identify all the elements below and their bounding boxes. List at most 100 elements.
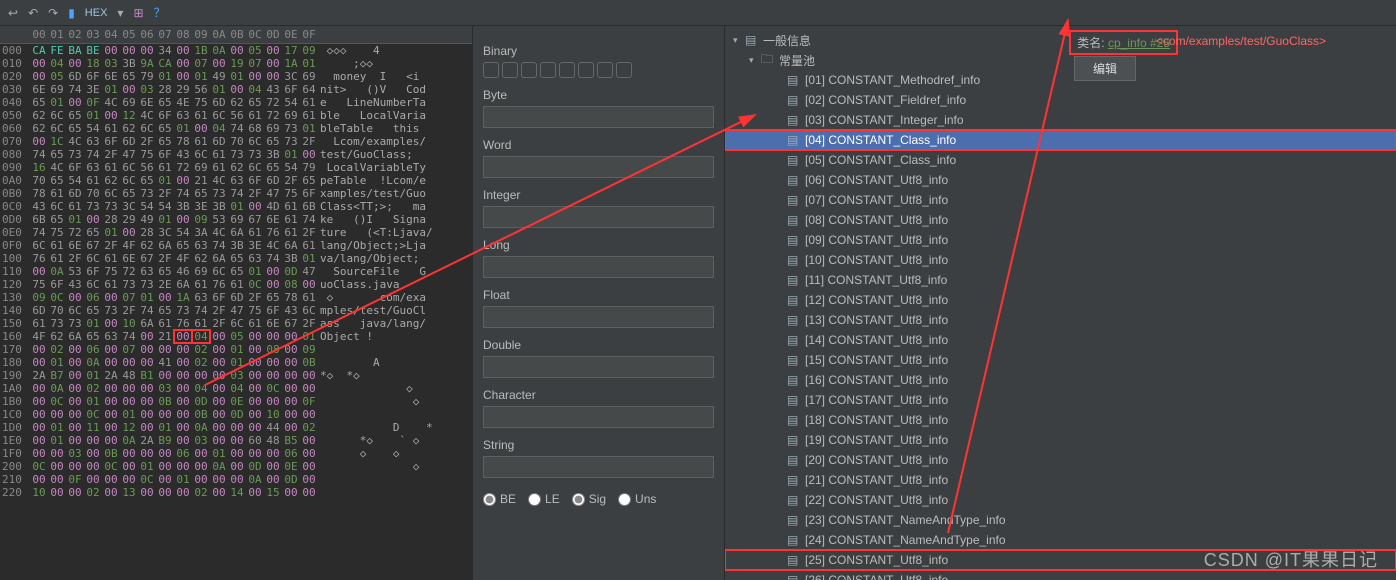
hex-row[interactable]: 1604F626A65637400210004000500000001Objec… xyxy=(0,330,472,343)
hex-row[interactable]: 130090C0006000701001A636F6D2F657861 ◇ co… xyxy=(0,291,472,304)
file-icon: ▤ xyxy=(787,313,801,327)
hex-row[interactable]: 2000C0000000C00010000000A000D000E00 ◇ xyxy=(0,460,472,473)
hex-row[interactable]: 10076612F6C616E672F4F626A6563743B01va/la… xyxy=(0,252,472,265)
hex-row[interactable]: 0306E69743E010003282956010004436F64nit> … xyxy=(0,83,472,96)
hex-row[interactable]: 060626C655461626C650100047468697301bleTa… xyxy=(0,122,472,135)
structure-icon[interactable]: ⊞ xyxy=(133,6,143,20)
tree-item-label: [07] CONSTANT_Utf8_info xyxy=(805,193,948,207)
hex-row[interactable]: 02000056D6F6E6579010001490100003C69 mone… xyxy=(0,70,472,83)
file-icon: ▤ xyxy=(787,393,801,407)
hex-mode-label: HEX xyxy=(85,7,108,19)
tree-item-label: [22] CONSTANT_Utf8_info xyxy=(805,493,948,507)
tree-cp-item-11[interactable]: ▤[11] CONSTANT_Utf8_info xyxy=(725,270,1396,290)
tree-cp-item-5[interactable]: ▤[05] CONSTANT_Class_info xyxy=(725,150,1396,170)
hex-row[interactable]: 1E000010000000A2AB9000300006048B500 *◇ `… xyxy=(0,434,472,447)
tree-cp-item-15[interactable]: ▤[15] CONSTANT_Utf8_info xyxy=(725,350,1396,370)
edit-button[interactable]: 编辑 xyxy=(1074,56,1136,81)
help-icon[interactable]: ？ xyxy=(154,4,166,21)
float-label: Float xyxy=(483,288,714,302)
tree-cp-item-13[interactable]: ▤[13] CONSTANT_Utf8_info xyxy=(725,310,1396,330)
hex-row[interactable]: 000CAFEBABE00000034001B0A0005001709 ◇◇◇ … xyxy=(0,44,472,57)
back-icon[interactable]: ↩ xyxy=(8,6,18,20)
double-field[interactable] xyxy=(483,356,714,378)
hex-row[interactable]: 1C00000000C00010000000B000D00100000 xyxy=(0,408,472,421)
file-icon: ▤ xyxy=(787,353,801,367)
tree-cp-item-14[interactable]: ▤[14] CONSTANT_Utf8_info xyxy=(725,330,1396,350)
hex-row[interactable]: 1800001000A00000041000200010000000B A xyxy=(0,356,472,369)
tree-cp-item-4[interactable]: ▤[04] CONSTANT_Class_info xyxy=(725,130,1396,150)
hex-header: 000102030405060708090A0B0C0D0E0F xyxy=(0,26,472,44)
file-icon: ▤ xyxy=(787,453,801,467)
hex-row[interactable]: 0406501000F4C696E654E756D6265725461e Lin… xyxy=(0,96,472,109)
integer-field[interactable] xyxy=(483,206,714,228)
tree-cp-item-21[interactable]: ▤[21] CONSTANT_Utf8_info xyxy=(725,470,1396,490)
hex-row[interactable]: 0D06B6501002829490100095369676E6174ke ()… xyxy=(0,213,472,226)
tree-cp-item-12[interactable]: ▤[12] CONSTANT_Utf8_info xyxy=(725,290,1396,310)
long-label: Long xyxy=(483,238,714,252)
uns-radio[interactable]: Uns xyxy=(618,492,656,506)
character-field[interactable] xyxy=(483,406,714,428)
dropdown-icon[interactable]: ▾ xyxy=(117,6,123,20)
tree-cp-item-20[interactable]: ▤[20] CONSTANT_Utf8_info xyxy=(725,450,1396,470)
hex-row[interactable]: 21000000F0000000C00010000000A000D00 xyxy=(0,473,472,486)
word-field[interactable] xyxy=(483,156,714,178)
tree-cp-item-3[interactable]: ▤[03] CONSTANT_Integer_info xyxy=(725,110,1396,130)
long-field[interactable] xyxy=(483,256,714,278)
hex-panel[interactable]: 000102030405060708090A0B0C0D0E0F 000CAFE… xyxy=(0,26,472,580)
hex-row[interactable]: 1902AB700012A48B1000000000300000000*◇ *◇ xyxy=(0,369,472,382)
file-icon: ▤ xyxy=(787,93,801,107)
hex-row[interactable]: 01000040018033B9ACA0007001907001A01 ;◇◇ xyxy=(0,57,472,70)
tree-cp-item-2[interactable]: ▤ [02] CONSTANT_Fieldref_info xyxy=(725,90,1396,110)
hex-row[interactable]: 110000A536F7572636546696C6501000D47 Sour… xyxy=(0,265,472,278)
tree-cp-item-10[interactable]: ▤[10] CONSTANT_Utf8_info xyxy=(725,250,1396,270)
tree-cp-item-17[interactable]: ▤[17] CONSTANT_Utf8_info xyxy=(725,390,1396,410)
hex-row[interactable]: 0C0436C6173733C54543B3E3B01004D616BClass… xyxy=(0,200,472,213)
hex-row[interactable]: 0F06C616E672F4F626A6563743B3E4C6A61lang/… xyxy=(0,239,472,252)
hex-row[interactable]: 120756F436C6173732E6A6176610C000800uoCla… xyxy=(0,278,472,291)
tree-cp-item-18[interactable]: ▤[18] CONSTANT_Utf8_info xyxy=(725,410,1396,430)
hex-row[interactable]: 090164C6F63616C5661726961626C655479 Loca… xyxy=(0,161,472,174)
tree-constant-pool[interactable]: ▾🗀常量池 xyxy=(725,50,1396,70)
file-icon: ▤ xyxy=(787,553,801,567)
tree-cp-item-1[interactable]: ▤[01] CONSTANT_Methodref_info xyxy=(725,70,1396,90)
tree-cp-item-22[interactable]: ▤[22] CONSTANT_Utf8_info xyxy=(725,490,1396,510)
tree-cp-item-16[interactable]: ▤[16] CONSTANT_Utf8_info xyxy=(725,370,1396,390)
hex-row[interactable]: 17000020006000700000002000100080009 xyxy=(0,343,472,356)
file-icon: ▤ xyxy=(787,73,801,87)
endian-radios: BE LE Sig Uns xyxy=(483,492,714,506)
class-path-text: <com/examples/test/GuoClass> xyxy=(1156,34,1326,48)
be-radio[interactable]: BE xyxy=(483,492,516,506)
hex-row[interactable]: 1D00001001100120001000A000000440002 D * xyxy=(0,421,472,434)
file-icon: ▤ xyxy=(787,413,801,427)
hex-row[interactable]: 0A070655461626C650100214C636F6D2F65peTab… xyxy=(0,174,472,187)
flag-icon[interactable]: ▮ xyxy=(68,6,75,20)
tree-cp-item-7[interactable]: ▤[07] CONSTANT_Utf8_info xyxy=(725,190,1396,210)
hex-row[interactable]: 1506173730100106A6176612F6C616E672Fass j… xyxy=(0,317,472,330)
redo-icon[interactable]: ↷ xyxy=(48,6,58,20)
hex-row[interactable]: 080746573742F47756F436C6173733B0100test/… xyxy=(0,148,472,161)
hex-row[interactable]: 1A0000A00020000000300040004000C0000 ◇ xyxy=(0,382,472,395)
tree-cp-item-9[interactable]: ▤[09] CONSTANT_Utf8_info xyxy=(725,230,1396,250)
string-field[interactable] xyxy=(483,456,714,478)
hex-row[interactable]: 1F0000003000B0000000600010000000600 ◇ ◇ xyxy=(0,447,472,460)
tree-cp-item-8[interactable]: ▤[08] CONSTANT_Utf8_info xyxy=(725,210,1396,230)
sig-radio[interactable]: Sig xyxy=(572,492,606,506)
undo-icon[interactable]: ↶ xyxy=(28,6,38,20)
hex-row[interactable]: 070001C4C636F6D2F6578616D706C65732F Lcom… xyxy=(0,135,472,148)
hex-row[interactable]: 050626C650100124C6F63616C5661726961ble L… xyxy=(0,109,472,122)
le-radio[interactable]: LE xyxy=(528,492,560,506)
tree-item-label: [02] CONSTANT_Fieldref_info xyxy=(805,93,966,107)
tree-cp-item-19[interactable]: ▤[19] CONSTANT_Utf8_info xyxy=(725,430,1396,450)
file-icon: ▤ xyxy=(787,153,801,167)
file-icon: ▤ xyxy=(787,233,801,247)
hex-row[interactable]: 1406D706C65732F746573742F47756F436Cmples… xyxy=(0,304,472,317)
file-icon: ▤ xyxy=(787,573,801,580)
hex-row[interactable]: 22010000002001300000002001400150000 xyxy=(0,486,472,499)
hex-row[interactable]: 0B078616D706C65732F746573742F47756Fxampl… xyxy=(0,187,472,200)
byte-field[interactable] xyxy=(483,106,714,128)
tree-cp-item-23[interactable]: ▤[23] CONSTANT_NameAndType_info xyxy=(725,510,1396,530)
tree-cp-item-6[interactable]: ▤[06] CONSTANT_Utf8_info xyxy=(725,170,1396,190)
hex-row[interactable]: 0E0747572650100283C543A4C6A6176612Fture … xyxy=(0,226,472,239)
hex-row[interactable]: 1B0000C00010000000B000D000E0000000F ◇ xyxy=(0,395,472,408)
float-field[interactable] xyxy=(483,306,714,328)
